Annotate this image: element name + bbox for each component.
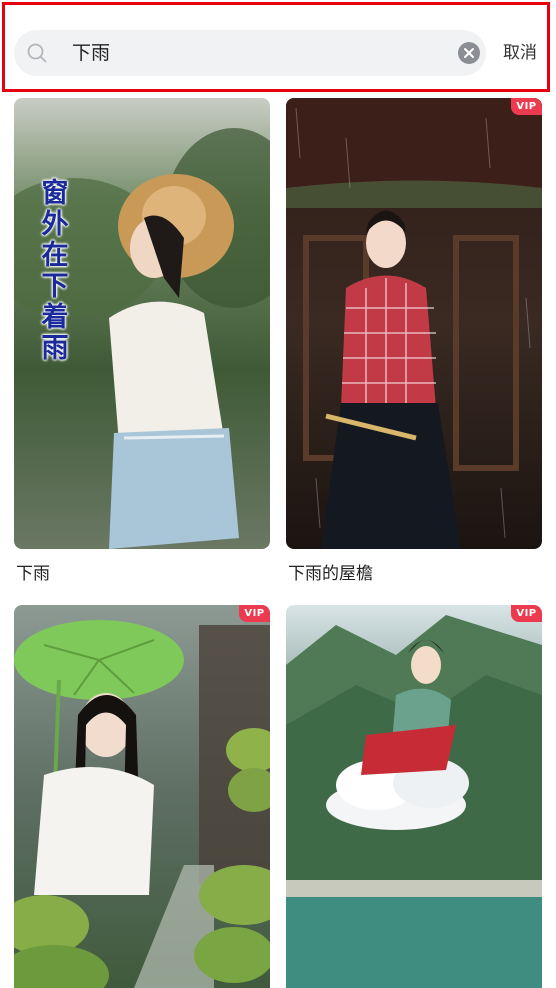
result-thumbnail[interactable]: 窗外在下着雨 (14, 98, 270, 549)
result-caption: 下雨 (16, 564, 50, 584)
cancel-button[interactable]: 取消 (503, 30, 537, 76)
clear-icon[interactable] (458, 42, 480, 64)
search-input[interactable]: 下雨 (72, 30, 110, 76)
result-card[interactable]: 窗外在下着雨 下雨 (14, 98, 270, 584)
result-card[interactable]: VIP 下雨的屋檐 (286, 98, 542, 584)
vip-badge: VIP (239, 605, 270, 622)
result-thumbnail[interactable]: VIP (286, 98, 542, 549)
search-bar[interactable]: 下雨 (14, 30, 486, 76)
vip-badge: VIP (511, 605, 542, 622)
overlay-title: 窗外在下着雨 (41, 178, 69, 364)
search-icon (27, 43, 47, 63)
result-thumbnail[interactable]: VIP (14, 605, 270, 988)
result-caption: 下雨的屋檐 (288, 564, 373, 584)
result-card[interactable]: VIP (286, 605, 542, 988)
vip-badge: VIP (511, 98, 542, 115)
result-card[interactable]: VIP (14, 605, 270, 988)
result-thumbnail[interactable]: VIP (286, 605, 542, 988)
